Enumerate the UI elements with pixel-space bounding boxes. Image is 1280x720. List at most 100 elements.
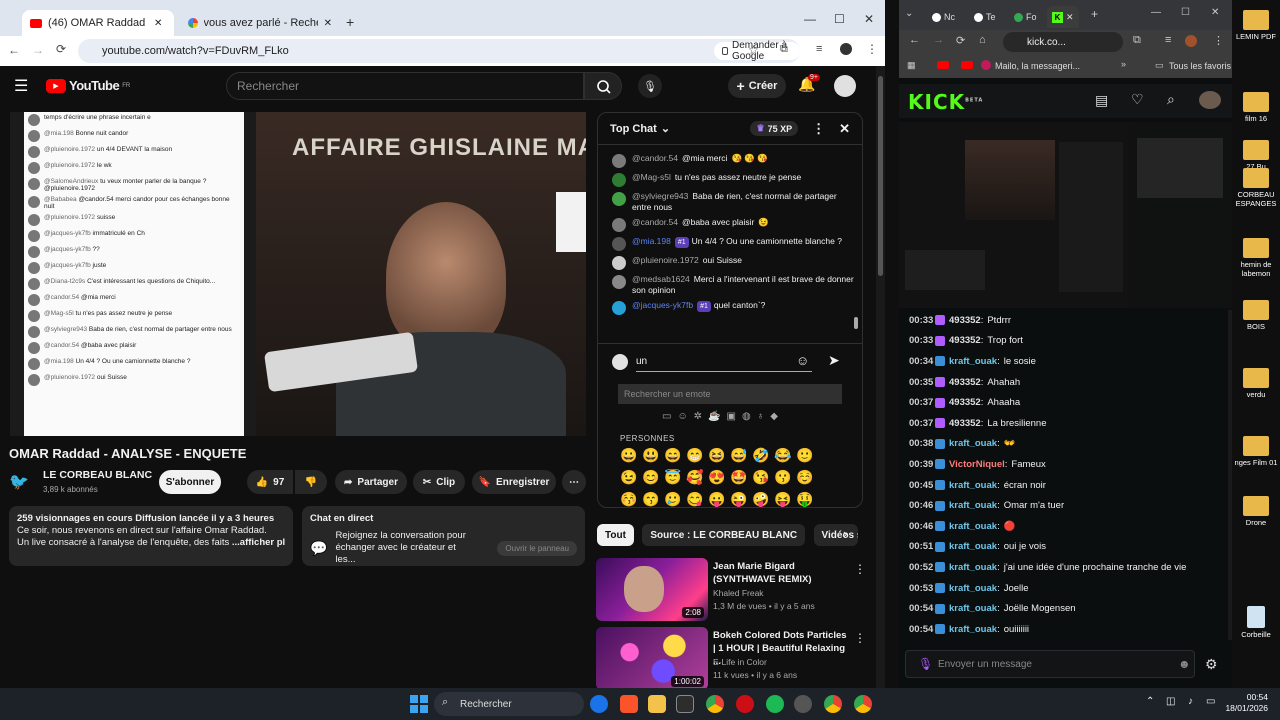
forward-icon[interactable]: → bbox=[933, 34, 944, 46]
reload-icon[interactable]: ⟳ bbox=[956, 34, 965, 47]
chat-username[interactable]: @Mag-s5l bbox=[632, 172, 671, 182]
search-icon[interactable]: ⌕ bbox=[1167, 91, 1175, 108]
tab[interactable]: Fo bbox=[1009, 6, 1042, 28]
app-icon[interactable] bbox=[794, 695, 812, 713]
chat-username[interactable]: @candor.54 bbox=[632, 217, 678, 227]
create-button[interactable]: + Créer bbox=[728, 74, 786, 98]
minimize-icon[interactable]: — bbox=[804, 12, 816, 26]
chip-all[interactable]: Tout bbox=[597, 524, 634, 546]
tab[interactable]: Nc bbox=[927, 6, 960, 28]
more-actions-button[interactable]: ⋯ bbox=[562, 470, 586, 494]
chat-username[interactable]: kraft_ouak bbox=[949, 480, 997, 491]
avatar[interactable] bbox=[612, 154, 626, 168]
bulb-icon[interactable]: ♁ bbox=[757, 411, 765, 422]
more-vertical-icon[interactable]: ⋮ bbox=[812, 121, 825, 137]
chat-username[interactable]: kraft_ouak bbox=[949, 500, 997, 511]
chevron-double-right-icon[interactable]: » bbox=[1121, 59, 1126, 69]
heart-icon[interactable]: ♡ bbox=[1131, 91, 1144, 108]
tab-youtube[interactable]: (46) OMAR Raddad - ANAL ✕ bbox=[22, 10, 174, 36]
emoji-icon[interactable]: 🤪 bbox=[752, 489, 774, 507]
emoji-icon[interactable]: 😚 bbox=[620, 489, 642, 507]
profile-avatar[interactable] bbox=[840, 43, 852, 55]
extensions-icon[interactable]: ⧉ bbox=[1133, 34, 1141, 47]
xp-badge[interactable]: ♛ 75 XP bbox=[750, 121, 799, 136]
taskbar-search[interactable]: ⌕ Rechercher bbox=[434, 692, 584, 716]
avatar[interactable] bbox=[612, 192, 626, 206]
reload-icon[interactable]: ⟳ bbox=[56, 42, 66, 56]
settings-gear-icon[interactable]: ⚙ bbox=[1205, 656, 1218, 673]
emoji-icon[interactable]: 😆 bbox=[708, 445, 730, 465]
dislike-button[interactable]: 👎 bbox=[295, 470, 327, 494]
avatar[interactable] bbox=[612, 275, 626, 289]
gear-icon[interactable]: ✲ bbox=[694, 411, 702, 422]
desktop-shortcut[interactable]: verdu bbox=[1232, 368, 1280, 399]
chat-username[interactable]: kraft_ouak bbox=[949, 521, 997, 532]
profile-avatar[interactable] bbox=[1185, 35, 1197, 47]
related-video[interactable]: 1:00:02 Bokeh Colored Dots Particles | 1… bbox=[596, 627, 866, 691]
back-icon[interactable]: ← bbox=[8, 43, 20, 57]
emoji-icon[interactable]: 😊 bbox=[642, 467, 664, 487]
tab[interactable]: Te bbox=[969, 6, 1001, 28]
maximize-icon[interactable]: ☐ bbox=[834, 12, 845, 26]
smiley-icon[interactable]: ☺ bbox=[677, 411, 687, 422]
open-panel-button[interactable]: Ouvrir le panneau bbox=[497, 540, 577, 556]
chat-username[interactable]: kraft_ouak bbox=[949, 603, 997, 614]
more-vertical-icon[interactable]: ⋮ bbox=[854, 562, 866, 576]
kick-chat-input[interactable]: 🎙 Envoyer un message ☻ bbox=[905, 650, 1195, 678]
star-icon[interactable]: ☆ bbox=[748, 43, 759, 57]
chat-message-input[interactable]: un bbox=[636, 354, 812, 372]
chat-username[interactable]: @mia.198 bbox=[632, 236, 671, 246]
emoji-icon[interactable]: 😗 bbox=[774, 467, 796, 487]
menu-icon[interactable]: ⋮ bbox=[1213, 34, 1224, 47]
chat-username[interactable]: 493352 bbox=[949, 418, 981, 429]
media-icon[interactable]: ≡ bbox=[1165, 34, 1171, 46]
video-player[interactable]: temps d'écrire une phrase incertain e @mi… bbox=[10, 112, 586, 436]
chevron-right-icon[interactable]: › bbox=[843, 526, 847, 541]
emoji-icon[interactable]: 🤩 bbox=[730, 467, 752, 487]
bookmark-mailo[interactable]: Mailo, la messageri... bbox=[995, 61, 1080, 71]
avatar[interactable] bbox=[612, 218, 626, 232]
related-channel[interactable]: E-Life in Color bbox=[713, 657, 767, 667]
food-icon[interactable]: ☕ bbox=[708, 411, 720, 422]
subscribe-button[interactable]: S'abonner bbox=[159, 470, 221, 494]
tab-kick[interactable]: K ✕ bbox=[1047, 6, 1079, 28]
avatar[interactable] bbox=[612, 173, 626, 187]
avatar[interactable] bbox=[612, 256, 626, 270]
desktop-shortcut[interactable]: film 16 bbox=[1232, 92, 1280, 123]
youtube-bookmark-icon[interactable] bbox=[961, 61, 973, 69]
chrome-icon[interactable] bbox=[706, 695, 724, 713]
search-button[interactable] bbox=[584, 72, 622, 100]
emoji-icon[interactable]: 🤣 bbox=[752, 445, 774, 465]
desktop-shortcut[interactable]: BOIS bbox=[1232, 300, 1280, 331]
chat-username[interactable]: 493352 bbox=[949, 377, 981, 388]
emoji-icon[interactable]: 😋 bbox=[686, 489, 708, 507]
chat-username[interactable]: kraft_ouak bbox=[949, 562, 997, 573]
chrome-icon[interactable] bbox=[824, 695, 842, 713]
emoji-icon[interactable]: 🥰 bbox=[686, 467, 708, 487]
emoji-icon[interactable]: ☺️ bbox=[796, 467, 818, 487]
desktop-shortcut[interactable]: nges Film 01 bbox=[1232, 436, 1280, 467]
desktop-shortcut[interactable]: Corbeille bbox=[1232, 606, 1280, 639]
share-button[interactable]: ➦ Partager bbox=[335, 470, 407, 494]
account-avatar[interactable] bbox=[834, 75, 856, 97]
related-video[interactable]: 2:08 Jean Marie Bigard (SYNTHWAVE REMIX)… bbox=[596, 558, 866, 622]
emoji-icon[interactable]: 😍 bbox=[708, 467, 730, 487]
chat-username[interactable]: 493352 bbox=[949, 335, 981, 346]
related-channel[interactable]: Khaled Freak bbox=[713, 588, 764, 598]
avatar[interactable] bbox=[612, 301, 626, 315]
clock-icon[interactable]: ▭ bbox=[662, 411, 671, 422]
volume-icon[interactable]: ♪ bbox=[1188, 696, 1193, 707]
channel-name[interactable]: LE CORBEAU BLANC bbox=[43, 469, 152, 481]
video-frame[interactable]: AFFAIRE GHISLAINE MARCH bbox=[256, 112, 586, 436]
more-vertical-icon[interactable]: ⋮ bbox=[854, 631, 866, 645]
chat-scrollbar[interactable] bbox=[854, 149, 858, 337]
emoji-icon[interactable]: 😘 bbox=[752, 467, 774, 487]
clip-button[interactable]: ✂ Clip bbox=[413, 470, 465, 494]
microphone-icon[interactable]: 🎙 bbox=[638, 74, 662, 98]
chat-username[interactable]: kraft_ouak bbox=[949, 541, 997, 552]
address-bar[interactable]: youtube.com/watch?v=FDuvRM_FLko Demander… bbox=[78, 39, 800, 63]
tab-google-search[interactable]: vous avez parlé - Recherche Go ✕ bbox=[180, 10, 340, 36]
menu-icon[interactable]: ⋮ bbox=[866, 42, 878, 56]
emoji-icon[interactable]: 🥲 bbox=[664, 489, 686, 507]
car-icon[interactable]: ▣ bbox=[727, 411, 736, 422]
